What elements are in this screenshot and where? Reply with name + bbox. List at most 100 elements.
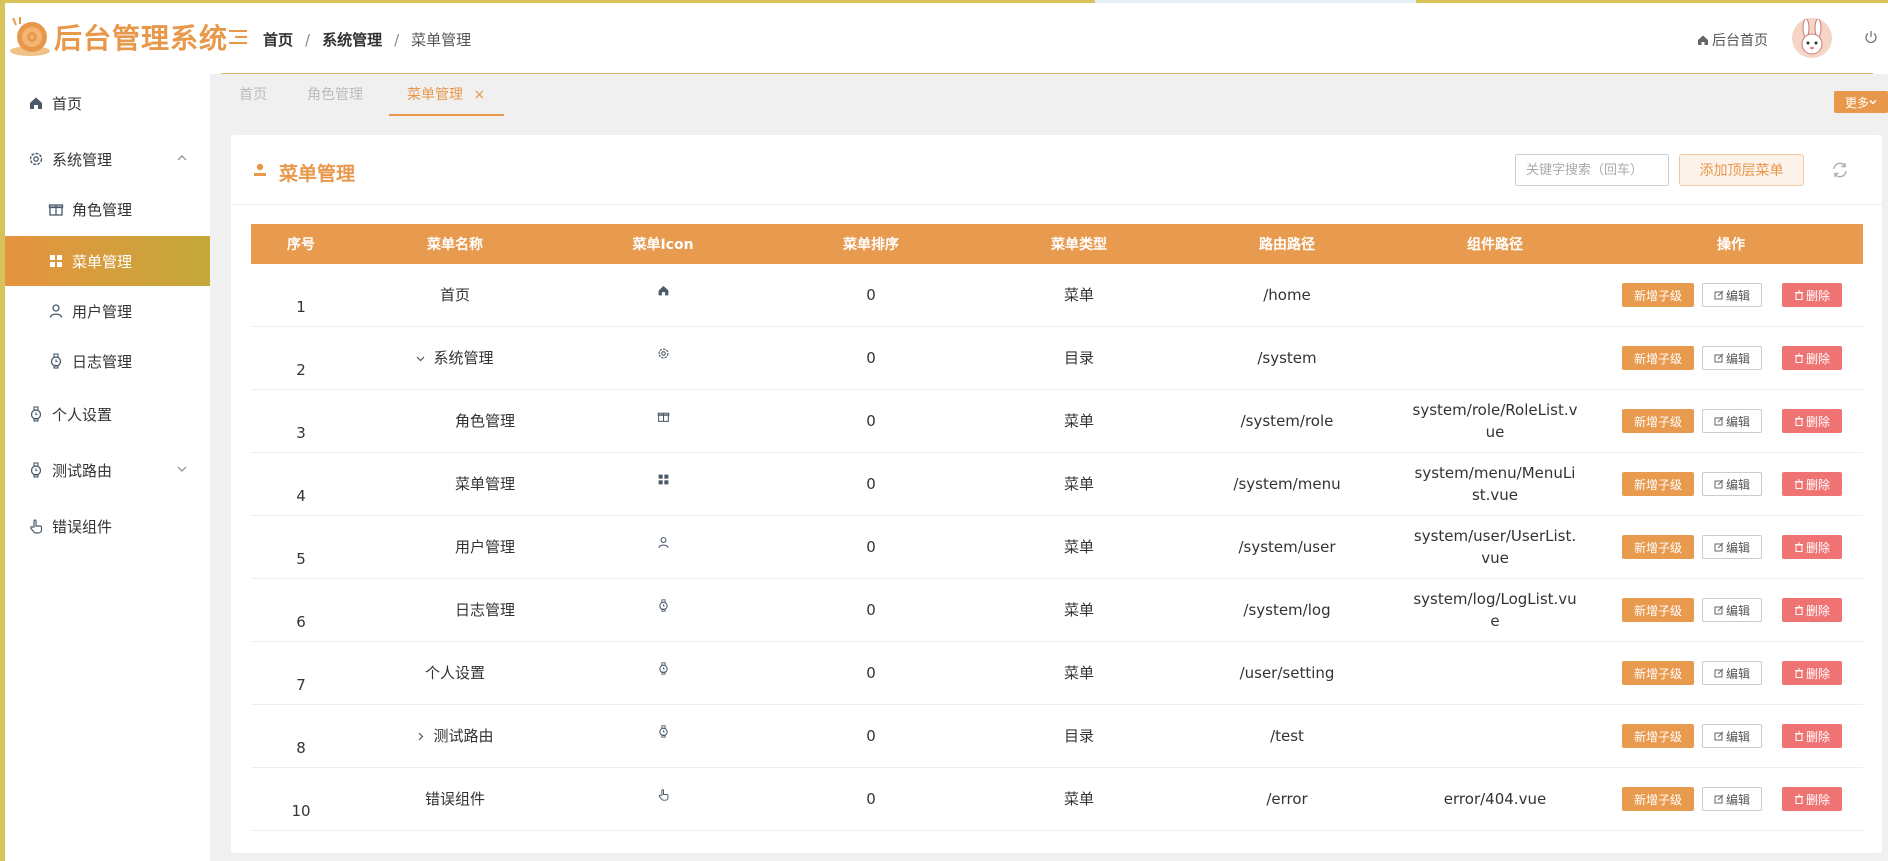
add-child-button[interactable]: 新增子级: [1622, 598, 1694, 622]
cell-path: /test: [1270, 727, 1304, 745]
delete-button[interactable]: 删除: [1782, 409, 1842, 433]
table-row: 10 错误组件 0 菜单/error error/404.vue 新增子级 编辑 删除: [251, 768, 1863, 831]
sidebar-item-home[interactable]: 首页: [5, 78, 210, 128]
grid-icon: [50, 255, 62, 267]
edit-icon: [1714, 731, 1724, 741]
edit-button[interactable]: 编辑: [1702, 472, 1762, 496]
search-input[interactable]: [1515, 154, 1669, 186]
cell-path: /home: [1263, 286, 1311, 304]
cell-icon: [559, 264, 767, 326]
cell-index: 2: [296, 361, 306, 379]
home-icon: [658, 285, 668, 295]
sidebar-item-settings[interactable]: 个人设置: [5, 389, 210, 439]
edit-button[interactable]: 编辑: [1702, 283, 1762, 307]
delete-button[interactable]: 删除: [1782, 283, 1842, 307]
sidebar-item-user[interactable]: 用户管理: [5, 286, 210, 336]
sidebar-item-log[interactable]: 日志管理: [5, 336, 210, 386]
breadcrumb-item[interactable]: 首页: [263, 29, 293, 50]
edit-label: 编辑: [1725, 666, 1750, 681]
avatar[interactable]: [1792, 18, 1832, 58]
cell-component: system/log/LogList.vue: [1413, 590, 1577, 630]
edit-button[interactable]: 编辑: [1702, 598, 1762, 622]
add-child-button[interactable]: 新增子级: [1622, 787, 1694, 811]
sidebar-item-role[interactable]: 角色管理: [5, 184, 210, 234]
add-child-button[interactable]: 新增子级: [1622, 661, 1694, 685]
add-child-button[interactable]: 新增子级: [1622, 346, 1694, 370]
sidebar-item-error[interactable]: 错误组件: [5, 501, 210, 551]
add-child-button[interactable]: 新增子级: [1622, 409, 1694, 433]
chevron-right-icon[interactable]: [416, 732, 425, 741]
close-icon[interactable]: ×: [473, 87, 485, 103]
cell-path: /system/role: [1240, 412, 1334, 430]
cell-icon: [559, 579, 767, 641]
delete-label: 删除: [1805, 414, 1830, 429]
sidebar-item-label: 用户管理: [72, 302, 133, 321]
menu-name: 角色管理: [454, 412, 515, 430]
cell-type: 菜单: [1063, 475, 1094, 493]
delete-button[interactable]: 删除: [1782, 472, 1842, 496]
column-header: 路由路径: [1259, 237, 1315, 253]
trash-icon: [1794, 542, 1803, 552]
cell-index: 7: [296, 676, 306, 694]
add-child-label: 新增子级: [1633, 414, 1682, 429]
table-row: 6 日志管理 0 菜单/system/log system/log/LogList.vu…: [251, 579, 1863, 642]
add-child-button[interactable]: 新增子级: [1622, 724, 1694, 748]
add-top-menu-button[interactable]: 添加顶层菜单: [1679, 154, 1804, 186]
logo[interactable]: 后台管理系统: [8, 14, 227, 60]
cell-name: 个人设置: [351, 642, 559, 704]
cell-order: 0: [866, 286, 876, 304]
edit-icon: [1714, 479, 1724, 489]
edit-button[interactable]: 编辑: [1702, 409, 1762, 433]
chevron-down-icon[interactable]: [416, 354, 425, 363]
cell-component: [1411, 264, 1579, 326]
sidebar-item-label: 首页: [52, 94, 83, 113]
menu-name: 用户管理: [454, 538, 515, 556]
home-link[interactable]: 后台首页: [1697, 30, 1768, 50]
edit-button[interactable]: 编辑: [1702, 346, 1762, 370]
delete-button[interactable]: 删除: [1782, 535, 1842, 559]
cell-type: 菜单: [1063, 790, 1094, 808]
breadcrumb-item[interactable]: 系统管理: [322, 29, 382, 50]
trash-icon: [1794, 731, 1803, 741]
more-button[interactable]: 更多: [1834, 91, 1888, 113]
sidebar-item-system[interactable]: 系统管理: [5, 134, 210, 184]
edit-button[interactable]: 编辑: [1702, 787, 1762, 811]
edit-label: 编辑: [1725, 540, 1750, 555]
delete-button[interactable]: 删除: [1782, 346, 1842, 370]
trash-icon: [1794, 605, 1803, 615]
sidebar-item-menu[interactable]: 菜单管理: [5, 236, 210, 286]
edit-button[interactable]: 编辑: [1702, 535, 1762, 559]
sidebar-item-label: 错误组件: [52, 517, 113, 536]
refresh-icon[interactable]: [1831, 161, 1849, 179]
edit-icon: [1714, 668, 1724, 678]
add-child-label: 新增子级: [1633, 288, 1682, 303]
delete-button[interactable]: 删除: [1782, 724, 1842, 748]
delete-button[interactable]: 删除: [1782, 598, 1842, 622]
delete-label: 删除: [1805, 603, 1830, 618]
delete-label: 删除: [1805, 351, 1830, 366]
power-icon[interactable]: [1864, 30, 1878, 44]
trash-icon: [1794, 479, 1803, 489]
menu-toggle-icon[interactable]: [229, 30, 247, 46]
edit-icon: [1714, 416, 1724, 426]
edit-button[interactable]: 编辑: [1702, 661, 1762, 685]
add-child-label: 新增子级: [1633, 540, 1682, 555]
sidebar-item-test[interactable]: 测试路由: [5, 445, 210, 495]
add-child-button[interactable]: 新增子级: [1622, 472, 1694, 496]
edit-button[interactable]: 编辑: [1702, 724, 1762, 748]
add-child-button[interactable]: 新增子级: [1622, 535, 1694, 559]
cell-path: /system/log: [1243, 601, 1331, 619]
add-child-button[interactable]: 新增子级: [1622, 283, 1694, 307]
home-link-label: 后台首页: [1712, 33, 1768, 49]
tab-home[interactable]: 首页: [239, 84, 267, 104]
column-header: 菜单名称: [427, 237, 483, 253]
sidebar-item-label: 菜单管理: [72, 252, 133, 271]
tab-role[interactable]: 角色管理: [307, 84, 363, 104]
delete-button[interactable]: 删除: [1782, 787, 1842, 811]
cell-type: 目录: [1063, 727, 1094, 745]
edit-label: 编辑: [1725, 603, 1750, 618]
edit-label: 编辑: [1725, 792, 1750, 807]
column-header: 操作: [1717, 237, 1745, 253]
tab-menu[interactable]: 菜单管理 ×: [407, 84, 485, 104]
delete-button[interactable]: 删除: [1782, 661, 1842, 685]
